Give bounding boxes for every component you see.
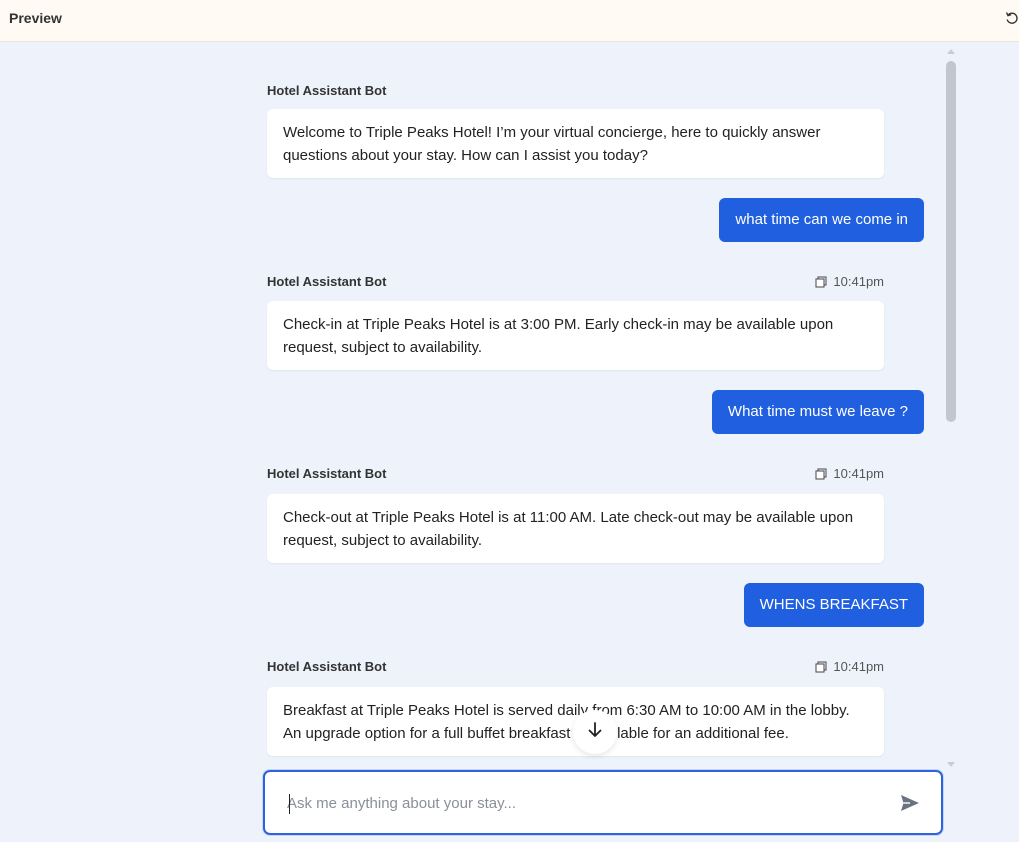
copy-icon[interactable] — [815, 660, 827, 673]
message-sender: Hotel Assistant Bot — [267, 83, 387, 98]
user-message: what time can we come in — [719, 198, 924, 242]
user-message: What time must we leave ? — [711, 390, 924, 434]
message-sender: Hotel Assistant Bot — [267, 659, 387, 674]
scroll-to-bottom-button[interactable] — [573, 710, 617, 754]
copy-icon[interactable] — [815, 467, 827, 480]
message-composer — [263, 770, 943, 835]
message-meta: 10:41pm — [815, 659, 884, 674]
message-meta: 10:41pm — [815, 466, 884, 481]
copy-icon[interactable] — [815, 275, 827, 288]
message-timestamp: 10:41pm — [833, 466, 884, 481]
scroll-up-arrow[interactable] — [947, 49, 955, 54]
arrow-down-icon — [587, 721, 603, 744]
bot-message: Check-out at Triple Peaks Hotel is at 11… — [267, 494, 884, 563]
scrollbar-thumb[interactable] — [946, 61, 956, 422]
message-timestamp: 10:41pm — [833, 659, 884, 674]
bot-message: Check-in at Triple Peaks Hotel is at 3:0… — [267, 301, 884, 370]
bot-message: Welcome to Triple Peaks Hotel! I’m your … — [267, 109, 884, 178]
message-timestamp: 10:41pm — [833, 274, 884, 289]
top-bar: Preview — [0, 0, 1019, 42]
message-input[interactable] — [287, 789, 877, 817]
page-title: Preview — [9, 10, 62, 26]
refresh-icon[interactable] — [1005, 10, 1019, 26]
send-icon[interactable] — [900, 794, 920, 812]
text-caret — [289, 794, 290, 814]
scroll-down-arrow[interactable] — [947, 762, 955, 767]
message-meta: 10:41pm — [815, 274, 884, 289]
user-message: WHENS BREAKFAST — [743, 583, 924, 627]
message-sender: Hotel Assistant Bot — [267, 274, 387, 289]
message-sender: Hotel Assistant Bot — [267, 466, 387, 481]
